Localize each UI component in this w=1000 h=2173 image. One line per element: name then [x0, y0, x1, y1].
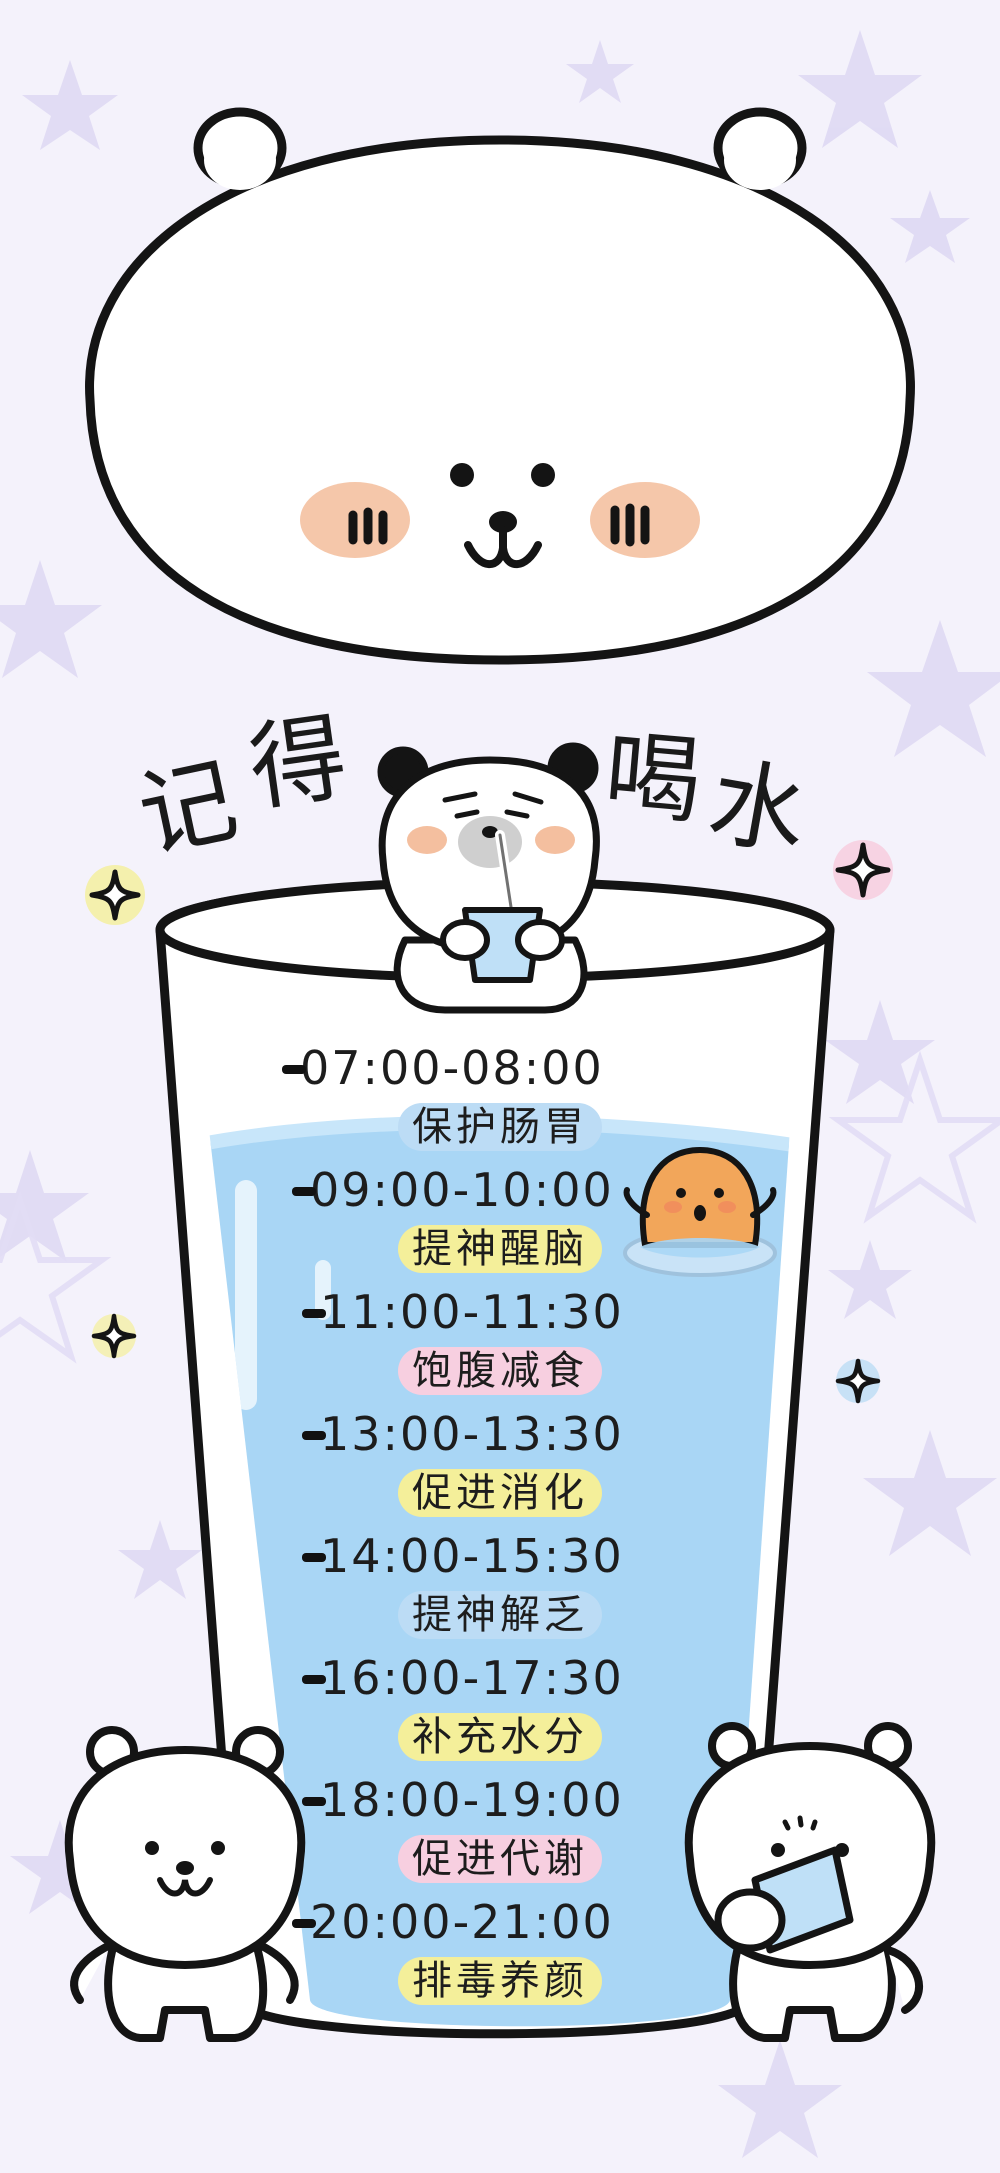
schedule-time-5: 14:00-15:30 — [302, 1533, 680, 1579]
big-bear-face-illustration — [85, 107, 915, 665]
schedule-benefit-2: 提神醒脑 — [0, 1225, 1000, 1273]
title-char-shui: 水 — [701, 744, 815, 872]
schedule-time-4: 13:00-13:30 — [302, 1411, 680, 1457]
schedule-benefit-7: 促进代谢 — [0, 1835, 1000, 1883]
title-char-de: 得 — [242, 700, 354, 826]
benefit-label: 补充水分 — [398, 1713, 602, 1761]
schedule-benefit-4: 促进消化 — [0, 1469, 1000, 1517]
benefit-label: 提神解乏 — [398, 1591, 602, 1639]
benefit-label: 促进消化 — [398, 1469, 602, 1517]
schedule-time-3: 11:00-11:30 — [302, 1289, 680, 1335]
schedule-time-7: 18:00-19:00 — [302, 1777, 680, 1823]
schedule-benefit-1: 保护肠胃 — [0, 1103, 1000, 1151]
schedule-benefit-6: 补充水分 — [0, 1713, 1000, 1761]
benefit-label: 排毒养颜 — [398, 1957, 602, 2005]
schedule-benefit-3: 饱腹减食 — [0, 1347, 1000, 1395]
schedule-time-8: 20:00-21:00 — [292, 1899, 670, 1945]
schedule-benefit-5: 提神解乏 — [0, 1591, 1000, 1639]
benefit-label: 提神醒脑 — [398, 1225, 602, 1273]
panda-drinking-icon — [377, 742, 600, 1014]
schedule-time-6: 16:00-17:30 — [302, 1655, 680, 1701]
benefit-label: 饱腹减食 — [398, 1347, 602, 1395]
benefit-label: 促进代谢 — [398, 1835, 602, 1883]
title-char-ji: 记 — [129, 743, 247, 873]
benefit-label: 保护肠胃 — [398, 1103, 602, 1151]
schedule-time-2: 09:00-10:00 — [292, 1167, 670, 1213]
title-char-he: 喝 — [600, 718, 706, 838]
schedule-benefit-8: 排毒养颜 — [0, 1957, 1000, 2005]
schedule-time-1: 07:00-08:00 — [282, 1045, 660, 1091]
sparkle-icon — [85, 865, 145, 925]
